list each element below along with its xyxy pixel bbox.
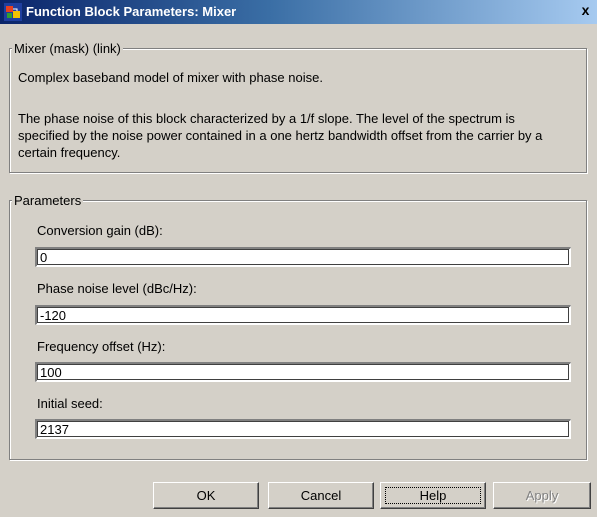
title-bar[interactable]: Function Block Parameters: Mixer x	[0, 0, 597, 24]
phase-noise-level-field[interactable]	[35, 305, 571, 325]
close-icon[interactable]: x	[577, 3, 594, 19]
ok-button[interactable]: OK	[153, 482, 259, 509]
help-button[interactable]: Help	[380, 482, 486, 509]
simulink-block-icon	[4, 3, 22, 21]
initial-seed-field[interactable]	[35, 419, 571, 439]
apply-button[interactable]: Apply	[493, 482, 591, 509]
parameters-group-legend: Parameters	[12, 193, 84, 208]
window-title: Function Block Parameters: Mixer	[26, 4, 237, 19]
frequency-offset-label: Frequency offset (Hz):	[37, 339, 166, 354]
help-button-label: Help	[419, 488, 447, 503]
phase-noise-level-label: Phase noise level (dBc/Hz):	[37, 281, 197, 296]
initial-seed-label: Initial seed:	[37, 396, 103, 411]
conversion-gain-field[interactable]	[35, 247, 571, 267]
conversion-gain-label: Conversion gain (dB):	[37, 223, 163, 238]
description-group-legend: Mixer (mask) (link)	[12, 41, 123, 56]
block-description: The phase noise of this block characteri…	[18, 111, 543, 160]
cancel-button[interactable]: Cancel	[268, 482, 374, 509]
dialog-window: Function Block Parameters: Mixer x Mixer…	[0, 0, 597, 517]
frequency-offset-field[interactable]	[35, 362, 571, 382]
block-summary: Complex baseband model of mixer with pha…	[18, 70, 323, 85]
